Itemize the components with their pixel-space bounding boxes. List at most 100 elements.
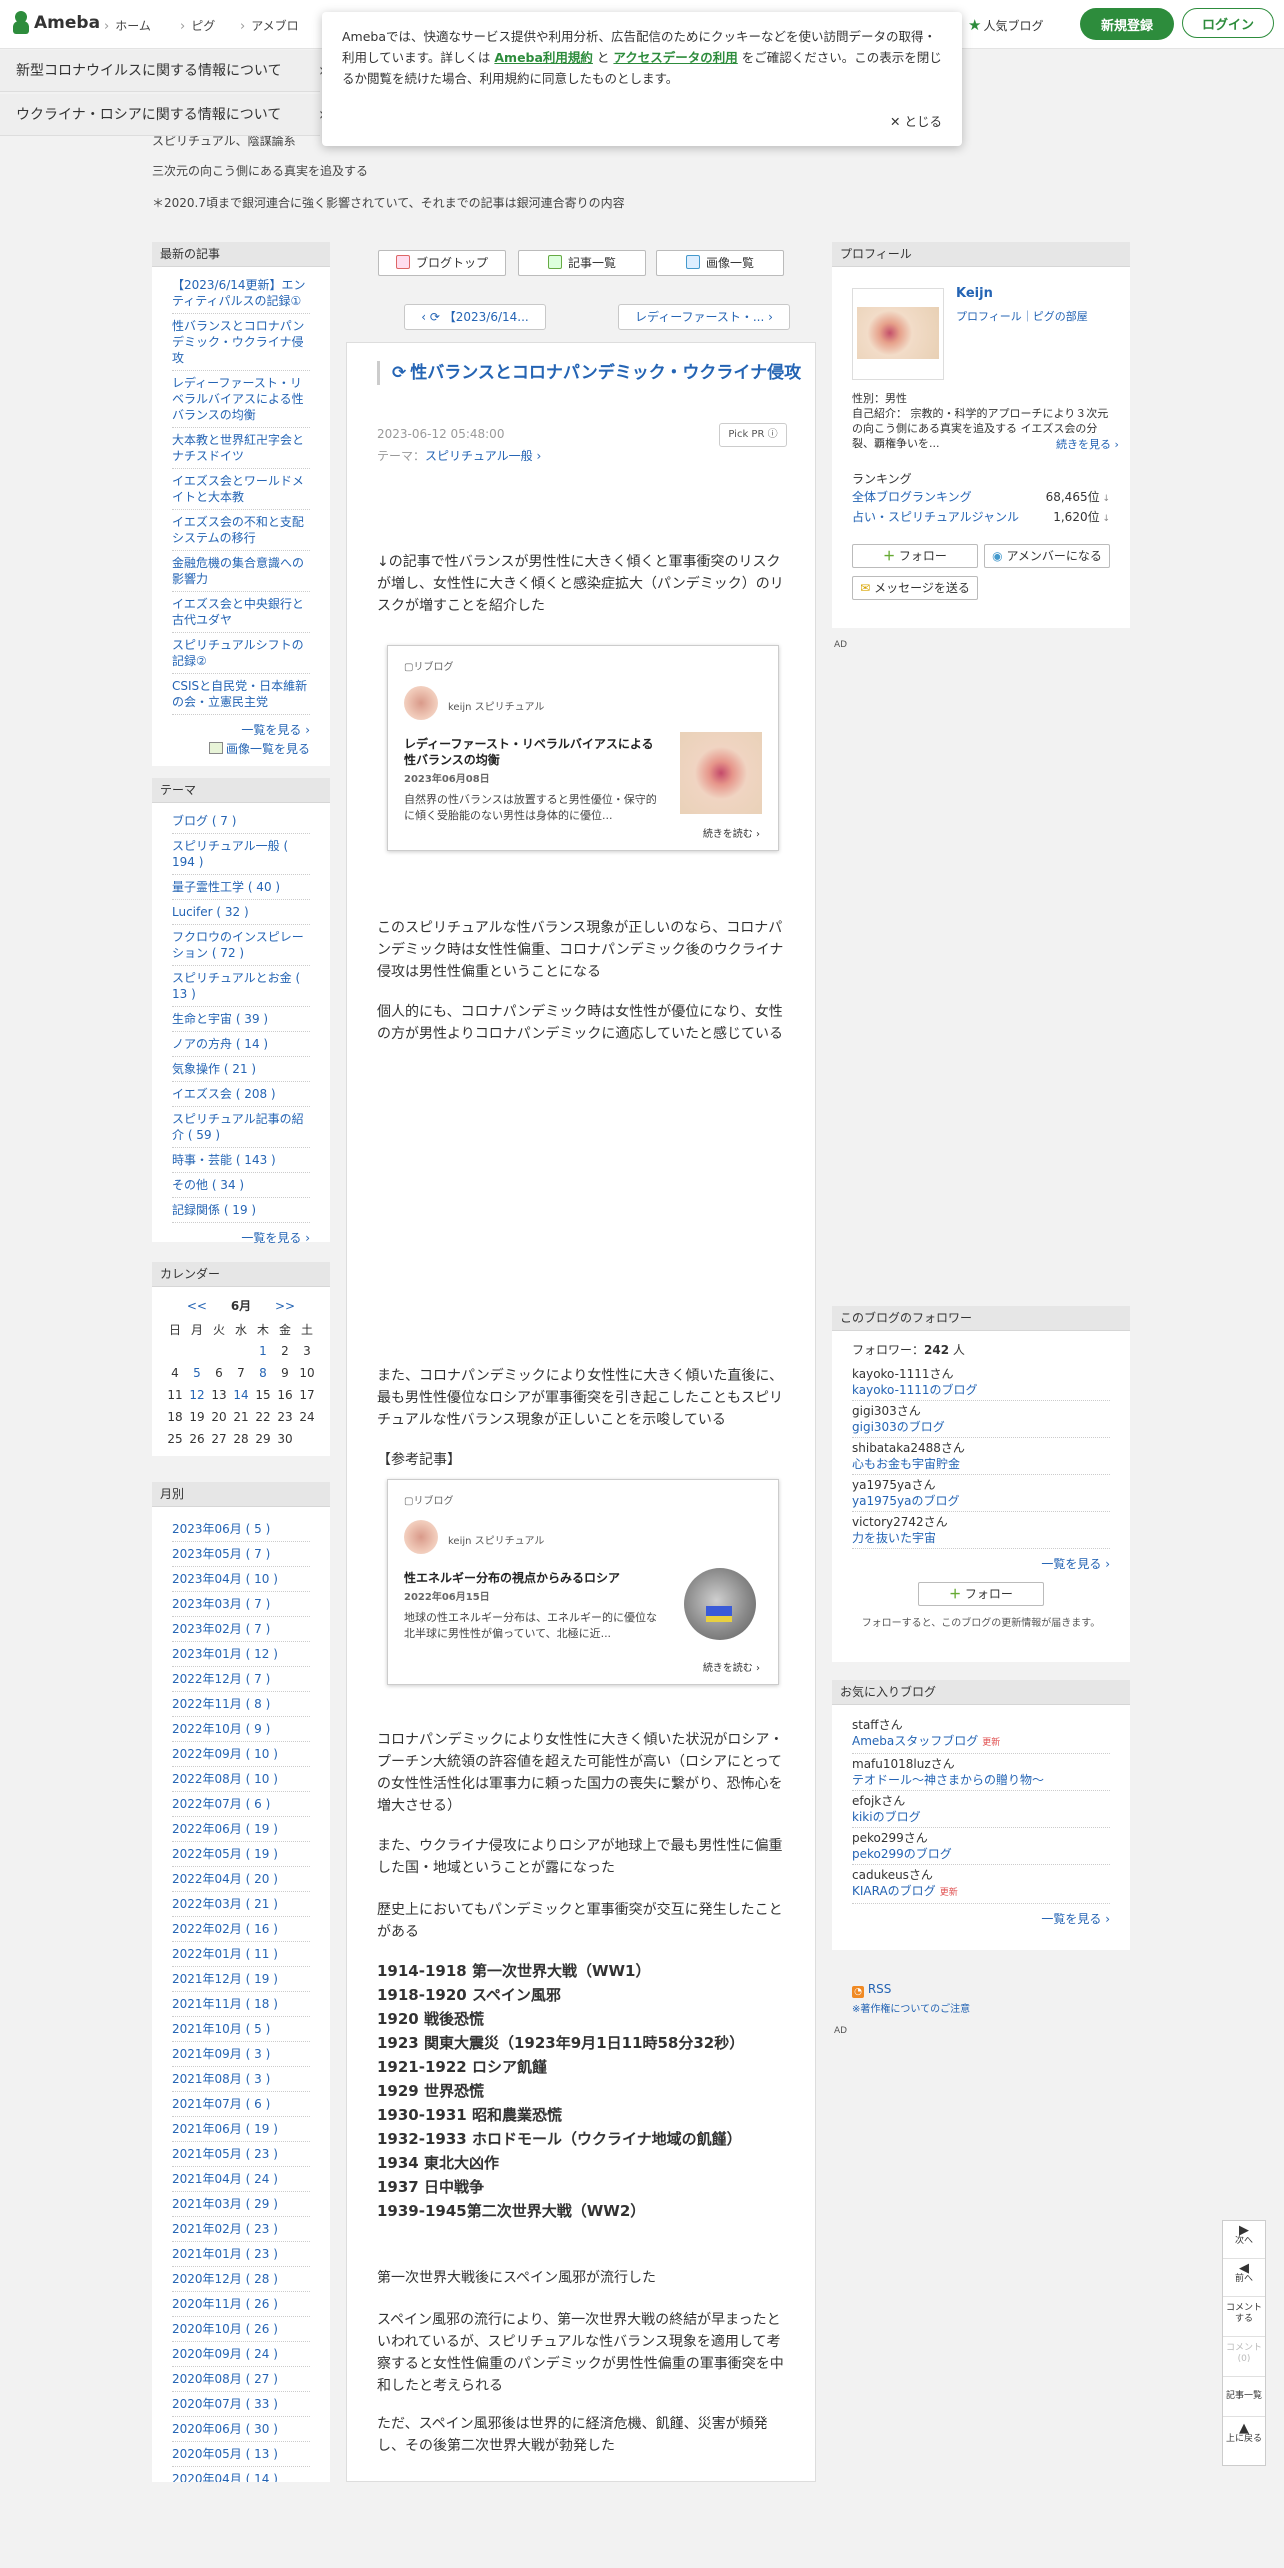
archive-month-item[interactable]: 2022年07月 ( 6 ) (172, 1792, 310, 1817)
archive-month-item[interactable]: 2021年07月 ( 6 ) (172, 2092, 310, 2117)
followers-follow-button[interactable]: ＋ フォロー (918, 1582, 1044, 1606)
rss-link[interactable]: ◔ RSS (852, 1982, 891, 1998)
archive-month-item[interactable]: 2023年05月 ( 7 ) (172, 1542, 310, 1567)
theme-item[interactable]: その他 ( 34 ) (172, 1173, 310, 1198)
archive-month-item[interactable]: 2020年08月 ( 27 ) (172, 2367, 310, 2392)
calendar-day[interactable]: 5 (186, 1362, 208, 1384)
follower-blog-link[interactable]: gigi303のブログ (852, 1419, 1110, 1435)
archive-month-item[interactable]: 2023年06月 ( 5 ) (172, 1517, 310, 1542)
calendar-day[interactable]: 1 (252, 1340, 274, 1362)
theme-item[interactable]: スピリチュアル記事の紹介 ( 59 ) (172, 1107, 310, 1148)
archive-month-item[interactable]: 2021年01月 ( 23 ) (172, 2242, 310, 2267)
calendar-next-month[interactable]: >> (275, 1299, 295, 1313)
article-title[interactable]: ⟳ 性バランスとコロナパンデミック・ウクライナ侵攻 (392, 361, 804, 385)
prev-entry-button[interactable]: ◀ 前へ (1223, 2259, 1265, 2297)
popular-blogs-link[interactable]: ★ 人気ブログ (968, 16, 1043, 34)
next-entry-button[interactable]: ▶ 次へ (1223, 2221, 1265, 2259)
theme-item[interactable]: 生命と宇宙 ( 39 ) (172, 1007, 310, 1032)
message-button[interactable]: ✉ メッセージを送る (852, 576, 978, 600)
latest-article-item[interactable]: イエズス会と中央銀行と古代ユダヤ (172, 592, 310, 633)
theme-item[interactable]: ブログ ( 7 ) (172, 809, 310, 834)
article-list-button[interactable]: 記事一覧 (518, 250, 646, 276)
follow-button[interactable]: ＋ フォロー (852, 544, 978, 568)
reblog-card-2[interactable]: ▢リブログ keijn スピリチュアル 性エネルギー分布の視点からみるロシア 2… (387, 1479, 779, 1685)
calendar-day[interactable]: 8 (252, 1362, 274, 1384)
archive-month-item[interactable]: 2022年08月 ( 10 ) (172, 1767, 310, 1792)
prev-article-button[interactable]: ‹ ⟳ 【2023/6/14... (404, 304, 546, 330)
archive-month-item[interactable]: 2022年12月 ( 7 ) (172, 1667, 310, 1692)
theme-link[interactable]: スピリチュアル一般 (425, 449, 533, 463)
reblog-card-1[interactable]: ▢リブログ keijn スピリチュアル レディーファースト・リベラルバイアスによ… (387, 645, 779, 851)
archive-month-item[interactable]: 2020年11月 ( 26 ) (172, 2292, 310, 2317)
archive-month-item[interactable]: 2023年04月 ( 10 ) (172, 1567, 310, 1592)
archive-month-item[interactable]: 2021年08月 ( 3 ) (172, 2067, 310, 2092)
reblog-read-more[interactable]: 続きを読む (703, 1659, 760, 1674)
archive-month-item[interactable]: 2022年04月 ( 20 ) (172, 1867, 310, 1892)
archive-month-item[interactable]: 2022年11月 ( 8 ) (172, 1692, 310, 1717)
cookie-close-button[interactable]: ✕ とじる (890, 111, 942, 132)
archive-month-item[interactable]: 2021年03月 ( 29 ) (172, 2192, 310, 2217)
follower-blog-link[interactable]: ya1975yaのブログ (852, 1493, 1110, 1509)
theme-item[interactable]: スピリチュアル一般 ( 194 ) (172, 834, 310, 875)
theme-item[interactable]: 時事・芸能 ( 143 ) (172, 1148, 310, 1173)
archive-month-item[interactable]: 2020年10月 ( 26 ) (172, 2317, 310, 2342)
archive-month-item[interactable]: 2021年10月 ( 5 ) (172, 2017, 310, 2042)
theme-item[interactable]: イエズス会 ( 208 ) (172, 1082, 310, 1107)
archive-month-item[interactable]: 2022年09月 ( 10 ) (172, 1742, 310, 1767)
favorite-blog-link[interactable]: peko299のブログ (852, 1847, 952, 1861)
article-list-float-button[interactable]: 記事一覧 (1223, 2377, 1265, 2417)
login-button[interactable]: ログイン (1182, 8, 1274, 38)
pick-pr-button[interactable]: Pick PR ⓘ (719, 423, 787, 447)
archive-month-item[interactable]: 2020年07月 ( 33 ) (172, 2392, 310, 2417)
favorite-blog-link[interactable]: Amebaスタッフブログ (852, 1734, 978, 1748)
ukraine-info-banner[interactable]: ウクライナ・ロシアに関する情報について › (0, 94, 326, 136)
archive-month-item[interactable]: 2021年06月 ( 19 ) (172, 2117, 310, 2142)
archive-month-item[interactable]: 2021年12月 ( 19 ) (172, 1967, 310, 1992)
overall-ranking-link[interactable]: 全体ブログランキング (852, 490, 972, 504)
copyright-note-link[interactable]: ※著作権についてのご注意 (852, 2000, 970, 2015)
theme-item[interactable]: 記録関係 ( 19 ) (172, 1198, 310, 1223)
profile-more-link[interactable]: 続きを見る › (1056, 436, 1119, 452)
followers-more-link[interactable]: 一覧を見る (852, 1549, 1110, 1572)
image-list-button[interactable]: 画像一覧 (656, 250, 784, 276)
register-button[interactable]: 新規登録 (1080, 8, 1174, 40)
terms-link[interactable]: Ameba利用規約 (494, 50, 593, 65)
follower-blog-link[interactable]: kayoko-1111のブログ (852, 1382, 1110, 1398)
ameba-logo[interactable]: Ameba (12, 11, 100, 35)
nav-ameblo[interactable]: アメブロ (240, 17, 298, 34)
nav-home[interactable]: ホーム (104, 17, 151, 34)
archive-month-item[interactable]: 2021年09月 ( 3 ) (172, 2042, 310, 2067)
archive-month-item[interactable]: 2020年05月 ( 13 ) (172, 2442, 310, 2467)
comment-button[interactable]: コメントする (1223, 2297, 1265, 2337)
profile-name[interactable]: Keijn (956, 286, 993, 301)
reblog-read-more[interactable]: 続きを読む (703, 825, 760, 840)
favorites-more-link[interactable]: 一覧を見る (852, 1904, 1110, 1927)
archive-month-item[interactable]: 2020年04月 ( 14 ) (172, 2467, 310, 2482)
image-list-link[interactable]: 画像一覧を見る (152, 738, 330, 757)
latest-article-item[interactable]: 【2023/6/14更新】エンティティパルスの記録① (172, 273, 310, 314)
archive-month-item[interactable]: 2022年03月 ( 21 ) (172, 1892, 310, 1917)
archive-month-item[interactable]: 2020年09月 ( 24 ) (172, 2342, 310, 2367)
follower-blog-link[interactable]: 力を抜いた宇宙 (852, 1530, 1110, 1546)
theme-item[interactable]: 気象操作 ( 21 ) (172, 1057, 310, 1082)
theme-item[interactable]: Lucifer ( 32 ) (172, 900, 310, 925)
theme-item[interactable]: スピリチュアルとお金 ( 13 ) (172, 966, 310, 1007)
latest-article-item[interactable]: レディーファースト・リベラルバイアスによる性バランスの均衡 (172, 371, 310, 428)
back-to-top-button[interactable]: ▲ 上に戻る (1223, 2417, 1265, 2465)
favorite-blog-link[interactable]: kikiのブログ (852, 1810, 921, 1824)
latest-article-item[interactable]: イエズス会の不和と支配システムの移行 (172, 510, 310, 551)
calendar-day[interactable]: 12 (186, 1384, 208, 1406)
next-article-button[interactable]: レディーファースト・... › (618, 304, 790, 330)
archive-month-item[interactable]: 2023年02月 ( 7 ) (172, 1617, 310, 1642)
follower-blog-link[interactable]: 心もお金も宇宙貯金 (852, 1456, 1110, 1472)
archive-month-item[interactable]: 2022年05月 ( 19 ) (172, 1842, 310, 1867)
genre-ranking-link[interactable]: 占い・スピリチュアルジャンル (852, 510, 1019, 524)
theme-item[interactable]: ノアの方舟 ( 14 ) (172, 1032, 310, 1057)
archive-month-item[interactable]: 2021年05月 ( 23 ) (172, 2142, 310, 2167)
latest-article-item[interactable]: 大本教と世界紅卍字会とナチスドイツ (172, 428, 310, 469)
latest-article-item[interactable]: イエズス会とワールドメイトと大本教 (172, 469, 310, 510)
archive-month-item[interactable]: 2023年03月 ( 7 ) (172, 1592, 310, 1617)
favorite-blog-link[interactable]: テオドール〜神さまからの贈り物〜 (852, 1773, 1044, 1787)
blog-top-button[interactable]: ブログトップ (378, 250, 506, 276)
archive-month-item[interactable]: 2023年01月 ( 12 ) (172, 1642, 310, 1667)
